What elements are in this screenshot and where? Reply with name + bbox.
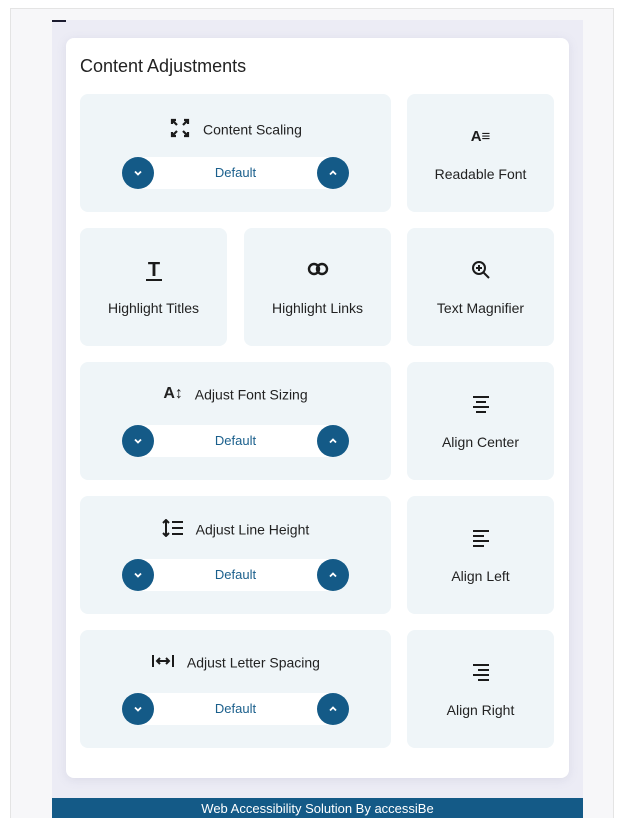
letter-spacing-decrease-button[interactable] bbox=[122, 693, 154, 725]
link-icon bbox=[244, 262, 391, 281]
readable-font-tile[interactable]: A≡ Readable Font bbox=[407, 94, 554, 212]
letter-spacing-value: Default bbox=[214, 701, 257, 716]
line-height-value: Default bbox=[214, 567, 257, 582]
line-height-icon bbox=[162, 518, 184, 540]
chevron-up-icon bbox=[329, 170, 337, 176]
content-scaling-label: Content Scaling bbox=[203, 121, 302, 138]
chevron-up-icon bbox=[329, 706, 337, 712]
content-scaling-value: Default bbox=[214, 165, 257, 180]
content-scaling-stepper: Default bbox=[122, 157, 349, 189]
adjust-font-sizing-label: Adjust Font Sizing bbox=[194, 386, 308, 403]
chevron-down-icon bbox=[134, 706, 142, 712]
section-title: Content Adjustments bbox=[80, 56, 247, 76]
content-scaling-tile: Content Scaling Default bbox=[80, 94, 391, 212]
chevron-up-icon bbox=[329, 572, 337, 578]
text-magnifier-tile[interactable]: Text Magnifier bbox=[407, 228, 554, 346]
font-sizing-decrease-button[interactable] bbox=[122, 425, 154, 457]
align-left-icon bbox=[407, 528, 554, 553]
adjust-letter-spacing-header: Adjust Letter Spacing bbox=[80, 653, 391, 671]
align-right-tile[interactable]: Align Right bbox=[407, 630, 554, 748]
chevron-down-icon bbox=[134, 170, 142, 176]
highlight-titles-tile[interactable]: T Highlight Titles bbox=[80, 228, 227, 346]
align-center-icon bbox=[407, 394, 554, 419]
content-scaling-decrease-button[interactable] bbox=[122, 157, 154, 189]
footer-credit[interactable]: Web Accessibility Solution By accessiBe bbox=[52, 798, 583, 818]
content-scaling-increase-button[interactable] bbox=[317, 157, 349, 189]
expand-icon bbox=[169, 117, 191, 142]
align-center-label: Align Center bbox=[441, 434, 520, 450]
line-height-decrease-button[interactable] bbox=[122, 559, 154, 591]
align-right-icon bbox=[407, 662, 554, 687]
align-right-label: Align Right bbox=[446, 702, 515, 718]
chevron-down-icon bbox=[134, 572, 142, 578]
highlight-links-label: Highlight Links bbox=[271, 300, 364, 316]
chevron-up-icon bbox=[329, 438, 337, 444]
font-sizing-increase-button[interactable] bbox=[317, 425, 349, 457]
adjust-line-height-label: Adjust Line Height bbox=[195, 521, 310, 538]
align-left-label: Align Left bbox=[451, 568, 510, 584]
svg-text:T: T bbox=[147, 259, 159, 281]
adjust-letter-spacing-tile: Adjust Letter Spacing Default bbox=[80, 630, 391, 748]
adjust-line-height-header: Adjust Line Height bbox=[80, 518, 391, 540]
adjust-font-sizing-tile: A↕ Adjust Font Sizing Default bbox=[80, 362, 391, 480]
line-height-stepper: Default bbox=[122, 559, 349, 591]
chevron-down-icon bbox=[134, 438, 142, 444]
panel-top-accent bbox=[52, 20, 66, 22]
adjust-line-height-tile: Adjust Line Height Default bbox=[80, 496, 391, 614]
adjust-font-sizing-header: A↕ Adjust Font Sizing bbox=[80, 385, 391, 403]
letter-spacing-icon bbox=[151, 654, 175, 671]
font-size-icon: A↕ bbox=[163, 385, 183, 403]
zoom-in-icon bbox=[407, 260, 554, 285]
adjust-letter-spacing-label: Adjust Letter Spacing bbox=[186, 654, 320, 671]
content-scaling-header: Content Scaling bbox=[80, 117, 391, 142]
align-center-tile[interactable]: Align Center bbox=[407, 362, 554, 480]
letter-spacing-increase-button[interactable] bbox=[317, 693, 349, 725]
text-magnifier-label: Text Magnifier bbox=[436, 300, 525, 316]
title-icon: T bbox=[80, 258, 227, 287]
highlight-links-tile[interactable]: Highlight Links bbox=[244, 228, 391, 346]
readable-font-label: Readable Font bbox=[434, 166, 527, 182]
font-sizing-stepper: Default bbox=[122, 425, 349, 457]
readable-font-icon: A≡ bbox=[470, 128, 491, 145]
align-left-tile[interactable]: Align Left bbox=[407, 496, 554, 614]
font-sizing-value: Default bbox=[214, 433, 257, 448]
line-height-increase-button[interactable] bbox=[317, 559, 349, 591]
letter-spacing-stepper: Default bbox=[122, 693, 349, 725]
highlight-titles-label: Highlight Titles bbox=[107, 300, 200, 316]
